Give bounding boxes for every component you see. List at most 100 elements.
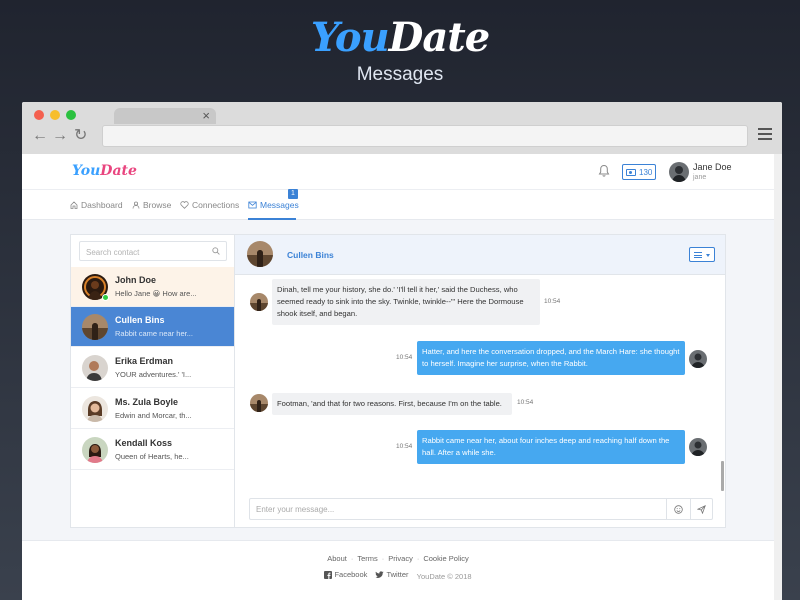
hero-logo: YouDate [0,14,800,61]
chevron-down-icon [706,254,710,257]
bell-icon[interactable] [598,164,610,178]
chat-contact-name[interactable]: Cullen Bins [287,250,334,260]
avatar [82,437,108,463]
user-name[interactable]: Jane Doe [693,162,732,172]
messages-badge: 1 [288,189,298,199]
message-time: 10:54 [396,443,413,450]
message-input[interactable] [250,499,660,520]
nav-messages-label: Messages [260,200,299,210]
search-contact-input[interactable] [80,243,200,262]
contact-item-erika-erdman[interactable]: Erika Erdman YOUR adventures.' 'I... [71,348,234,388]
contact-search [79,241,227,262]
window-maximize-button[interactable] [66,110,76,120]
twitter-label: Twitter [386,570,409,579]
contact-item-zula-boyle[interactable]: Ms. Zula Boyle Edwin and Morcar, th... [71,389,234,429]
nav-browse-label: Browse [143,200,172,210]
contact-item-kendall-koss[interactable]: Kendall Koss Queen of Hearts, he... [71,430,234,470]
footer-link-terms[interactable]: Terms [357,554,377,563]
contact-name: Ms. Zula Boyle [115,397,179,407]
send-button[interactable] [690,499,712,519]
contact-preview: Rabbit came near her... [115,329,193,338]
emoji-button[interactable] [666,499,690,519]
message-time: 10:54 [517,399,534,406]
contact-item-john-doe[interactable]: John Doe Hello Jane 😀 How are... [71,267,234,307]
contact-item-cullen-bins[interactable]: Cullen Bins Rabbit came near her... [71,307,234,347]
message-avatar [250,293,268,311]
message-bubble-incoming: Footman, 'and that for two reasons. Firs… [272,393,512,415]
app-logo-date: Date [100,163,137,179]
content-area: John Doe Hello Jane 😀 How are... Cullen … [22,220,774,540]
message-bubble-incoming: Dinah, tell me your history, she do.' 'I… [272,279,540,325]
reload-icon[interactable]: ↻ [74,126,87,146]
message-time: 10:54 [396,354,413,361]
nav-browse[interactable]: Browse [132,200,171,210]
person-icon [132,201,140,209]
main-nav: Dashboard Browse Connections Messages [22,190,774,220]
messages-panel: John Doe Hello Jane 😀 How are... Cullen … [70,234,726,528]
message-avatar [689,350,707,368]
hero-logo-date: Date [388,14,491,61]
footer-social: Facebook Twitter YouDate © 2018 [22,570,774,581]
hamburger-menu-icon[interactable] [758,128,772,143]
twitter-icon [375,570,385,578]
message-composer [249,498,713,520]
window-close-button[interactable] [34,110,44,120]
chat-options-button[interactable] [689,247,715,262]
nav-messages[interactable]: Messages [248,200,299,210]
nav-dashboard[interactable]: Dashboard [70,200,123,210]
credits-count: 130 [639,167,653,177]
chat-contact-avatar[interactable] [247,241,273,267]
contact-name: John Doe [115,275,157,285]
credits-button[interactable]: 130 [622,164,656,180]
footer-separator: · [416,554,420,563]
cash-icon [626,168,636,176]
window-minimize-button[interactable] [50,110,60,120]
footer-link-cookie-policy[interactable]: Cookie Policy [423,554,468,563]
nav-connections[interactable]: Connections [180,200,239,210]
avatar [82,314,108,340]
browser-window: × ← → ↻ YouDate 130 Jane Doe jane Dashbo… [22,102,782,600]
search-icon[interactable] [212,247,220,255]
footer-link-about[interactable]: About [327,554,347,563]
nav-connections-label: Connections [192,200,240,210]
facebook-icon [324,570,333,579]
list-icon [694,252,702,260]
page-footer: About · Terms · Privacy · Cookie Policy Facebo… [22,540,774,600]
page-scrollbar-track[interactable] [774,154,782,600]
user-handle: jane [693,174,707,181]
avatar [82,355,108,381]
tab-close-icon[interactable]: × [202,108,210,124]
app-logo[interactable]: YouDate [72,163,137,179]
user-avatar[interactable] [669,162,689,182]
contact-preview: Queen of Hearts, he... [115,452,189,461]
app-header: YouDate 130 Jane Doe jane [22,154,774,190]
facebook-label: Facebook [334,570,368,579]
envelope-icon [248,201,257,209]
nav-dashboard-label: Dashboard [81,200,123,210]
heart-icon [180,201,189,209]
contact-preview: Hello Jane 😀 How are... [115,289,197,298]
hero-title: Messages [356,64,444,85]
smiley-icon [674,504,683,514]
footer-links: About · Terms · Privacy · Cookie Policy [22,554,774,563]
footer-separator: · [350,554,354,563]
back-arrow-icon[interactable]: ← [32,126,48,146]
browser-tab[interactable]: × [114,108,216,124]
forward-arrow-icon[interactable]: → [52,126,68,146]
contact-preview: Edwin and Morcar, th... [115,411,192,420]
footer-link-privacy[interactable]: Privacy [388,554,413,563]
hero-logo-you: You [310,14,390,61]
footer-separator: · [381,554,385,563]
copyright-text: YouDate © 2018 [416,571,472,581]
avatar [82,396,108,422]
paper-plane-icon [697,504,706,514]
address-bar[interactable] [102,125,748,147]
contact-name: Cullen Bins [115,315,165,325]
chat-scrollbar[interactable] [721,461,724,491]
browser-toolbar: × ← → ↻ [22,102,782,154]
message-bubble-outgoing: Rabbit came near her, about four inches … [417,430,685,464]
facebook-link[interactable]: Facebook [324,570,367,579]
twitter-link[interactable]: Twitter [375,570,409,579]
message-avatar [250,394,268,412]
contact-name: Kendall Koss [115,438,173,448]
